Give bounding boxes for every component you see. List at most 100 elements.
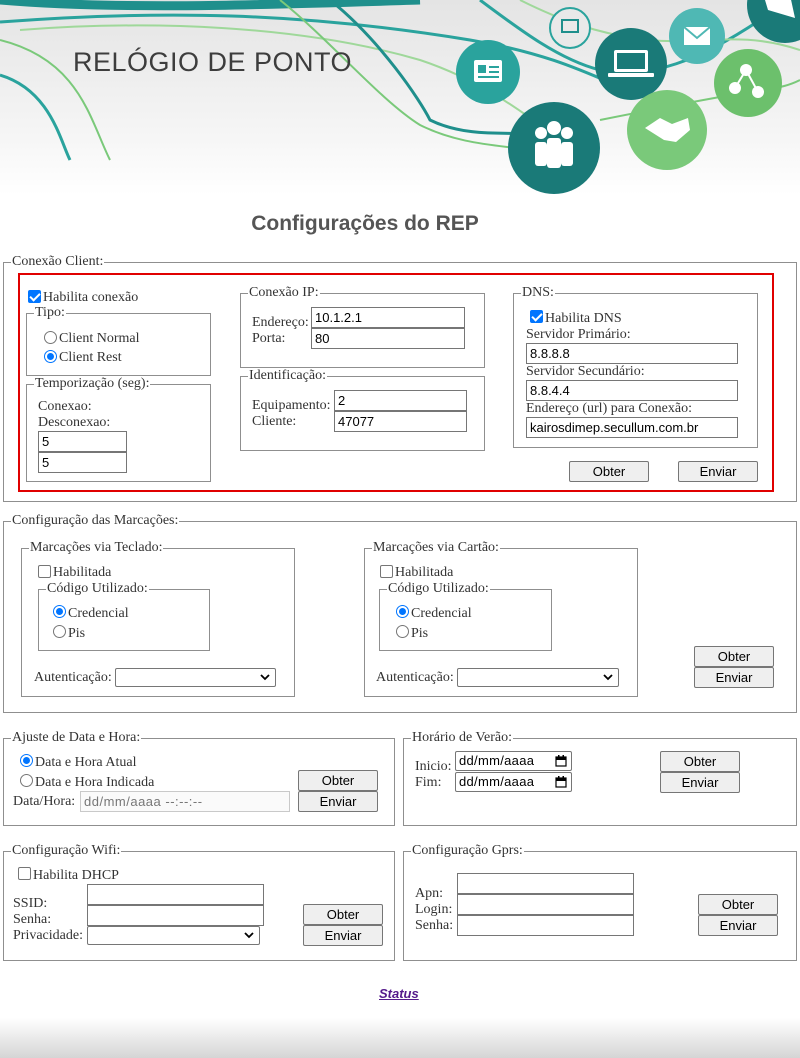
horario-verao-obter-button[interactable]: Obter (660, 751, 740, 772)
marcacoes-obter-button[interactable]: Obter (694, 646, 774, 667)
habilita-conexao-label: Habilita conexão (43, 290, 139, 305)
teclado-habilitada-label: Habilitada (53, 565, 112, 580)
teclado-credencial-radio[interactable] (53, 605, 66, 618)
app-title: RELÓGIO DE PONTO (73, 47, 353, 77)
servidor-secundario-input[interactable]: 8.8.4.4 (526, 380, 738, 401)
cartao-habilitada-checkbox[interactable] (380, 565, 393, 578)
conexao-input[interactable]: 5 (38, 431, 127, 452)
cartao-habilitada-label: Habilitada (395, 565, 454, 580)
fim-date-input[interactable]: dd/mm/aaaa (455, 772, 572, 792)
url-conexao-input[interactable]: kairosdimep.secullum.com.br (526, 417, 738, 438)
inicio-label: Inicio: (415, 759, 452, 774)
desconexao-input[interactable]: 5 (38, 452, 127, 473)
cartao-pis-radio[interactable] (396, 625, 409, 638)
data-hora-enviar-button[interactable]: Enviar (298, 791, 378, 812)
conexao-obter-button[interactable]: Obter (569, 461, 649, 482)
datahora-input[interactable]: dd/mm/aaaa --:--:-- (80, 791, 290, 812)
wifi-senha-input[interactable] (87, 905, 264, 926)
cartao-pis-label: Pis (411, 626, 429, 641)
endereco-label: Endereço: (252, 315, 309, 330)
cliente-input[interactable]: 47077 (334, 411, 467, 432)
servidor-secundario-label: Servidor Secundário: (526, 364, 645, 379)
page-title: Configurações do REP (251, 212, 479, 235)
status-link[interactable]: Status (379, 986, 419, 1001)
teclado-pis-radio[interactable] (53, 625, 66, 638)
wifi-obter-button[interactable]: Obter (303, 904, 383, 925)
gprs-enviar-button[interactable]: Enviar (698, 915, 778, 936)
teclado-codigo-legend: Código Utilizado: (46, 581, 149, 597)
dns-legend: DNS: (521, 285, 555, 301)
servidor-primario-input[interactable]: 8.8.8.8 (526, 343, 738, 364)
chevron-down-icon (603, 674, 613, 681)
fim-label: Fim: (415, 775, 442, 790)
teclado-pis-label: Pis (68, 626, 86, 641)
tipo-client-rest-label: Client Rest (59, 350, 122, 365)
porta-label: Porta: (252, 331, 286, 346)
chevron-down-icon (244, 932, 254, 939)
gprs-senha-label: Senha: (415, 918, 454, 933)
gprs-legend: Configuração Gprs: (411, 843, 524, 859)
chevron-down-icon (260, 674, 270, 681)
servidor-primario-label: Servidor Primário: (526, 327, 631, 342)
tipo-legend: Tipo: (34, 305, 66, 321)
ssid-label: SSID: (13, 896, 48, 911)
wifi-senha-label: Senha: (13, 912, 52, 927)
privacidade-select[interactable] (87, 926, 260, 945)
teclado-habilitada-checkbox[interactable] (38, 565, 51, 578)
apn-input[interactable] (457, 873, 634, 894)
porta-input[interactable]: 80 (311, 328, 465, 349)
cartao-autenticacao-select[interactable] (457, 668, 619, 687)
teclado-legend: Marcações via Teclado: (29, 540, 164, 556)
temporizacao-legend: Temporização (seg): (34, 376, 151, 392)
url-conexao-label: Endereço (url) para Conexão: (526, 401, 692, 416)
teclado-autenticacao-label: Autenticação: (34, 670, 112, 685)
conexao-client-legend: Conexão Client: (11, 254, 105, 270)
horario-verao-legend: Horário de Verão: (411, 730, 514, 746)
apn-label: Apn: (415, 886, 443, 901)
habilita-dhcp-checkbox[interactable] (18, 867, 31, 880)
wifi-enviar-button[interactable]: Enviar (303, 925, 383, 946)
data-hora-obter-button[interactable]: Obter (298, 770, 378, 791)
data-hora-atual-label: Data e Hora Atual (35, 755, 137, 770)
login-input[interactable] (457, 894, 634, 915)
inicio-date-input[interactable]: dd/mm/aaaa (455, 751, 572, 771)
gprs-senha-input[interactable] (457, 915, 634, 936)
calendar-icon (555, 755, 567, 767)
data-hora-indicada-label: Data e Hora Indicada (35, 775, 155, 790)
tipo-client-normal-radio[interactable] (44, 331, 57, 344)
marcacoes-enviar-button[interactable]: Enviar (694, 667, 774, 688)
inicio-date-value: dd/mm/aaaa (459, 753, 535, 768)
equipamento-input[interactable]: 2 (334, 390, 467, 411)
habilita-dhcp-label: Habilita DHCP (33, 868, 119, 883)
horario-verao-enviar-button[interactable]: Enviar (660, 772, 740, 793)
login-label: Login: (415, 902, 453, 917)
teclado-autenticacao-select[interactable] (115, 668, 276, 687)
privacidade-label: Privacidade: (13, 928, 83, 943)
conexao-enviar-button[interactable]: Enviar (678, 461, 758, 482)
cartao-credencial-label: Credencial (411, 606, 472, 621)
header-banner (0, 0, 800, 195)
data-hora-atual-radio[interactable] (20, 754, 33, 767)
fim-date-value: dd/mm/aaaa (459, 774, 535, 789)
cartao-legend: Marcações via Cartão: (372, 540, 500, 556)
footer-fade (0, 1018, 800, 1058)
wifi-legend: Configuração Wifi: (11, 843, 122, 859)
teclado-credencial-label: Credencial (68, 606, 129, 621)
data-hora-legend: Ajuste de Data e Hora: (11, 730, 142, 746)
habilita-dns-label: Habilita DNS (545, 311, 622, 326)
ssid-input[interactable] (87, 884, 264, 905)
tipo-client-rest-radio[interactable] (44, 350, 57, 363)
endereco-input[interactable]: 10.1.2.1 (311, 307, 465, 328)
habilita-dns-checkbox[interactable] (530, 310, 543, 323)
identificacao-legend: Identificação: (248, 368, 327, 384)
tipo-client-normal-label: Client Normal (59, 331, 140, 346)
cliente-label: Cliente: (252, 414, 297, 429)
habilita-conexao-checkbox[interactable] (28, 290, 41, 303)
cartao-credencial-radio[interactable] (396, 605, 409, 618)
cartao-codigo-legend: Código Utilizado: (387, 581, 490, 597)
conexao-ip-legend: Conexão IP: (248, 285, 320, 301)
gprs-obter-button[interactable]: Obter (698, 894, 778, 915)
equipamento-label: Equipamento: (252, 398, 331, 413)
data-hora-indicada-radio[interactable] (20, 774, 33, 787)
calendar-icon (555, 776, 567, 788)
